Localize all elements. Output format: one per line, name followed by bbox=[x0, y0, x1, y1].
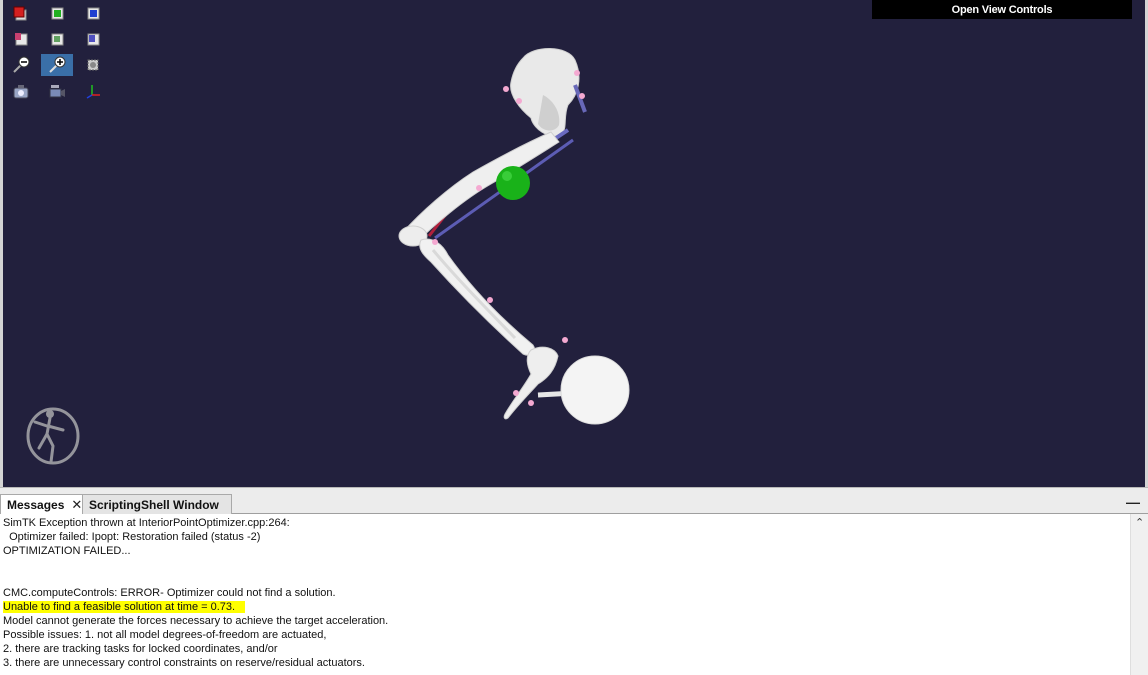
message-line: Possible issues: 1. not all model degree… bbox=[3, 629, 327, 641]
view-front-icon[interactable] bbox=[5, 2, 37, 24]
tab-messages[interactable]: Messages ✕ bbox=[0, 494, 90, 515]
model-viewer[interactable]: Open View Controls bbox=[3, 0, 1145, 487]
tab-scripting-shell[interactable]: ScriptingShell Window bbox=[82, 494, 232, 515]
leg-model[interactable] bbox=[3, 0, 1145, 487]
message-line: SimTK Exception thrown at InteriorPointO… bbox=[3, 517, 290, 529]
message-line: Optimizer failed: Ipopt: Restoration fai… bbox=[3, 531, 261, 543]
fit-view-icon[interactable] bbox=[77, 54, 109, 76]
record-movie-icon[interactable] bbox=[41, 80, 73, 102]
close-icon[interactable]: ✕ bbox=[71, 497, 82, 513]
zoom-out-icon[interactable] bbox=[5, 54, 37, 76]
message-line bbox=[3, 572, 1130, 586]
messages-log[interactable]: SimTK Exception thrown at InteriorPointO… bbox=[0, 514, 1130, 675]
tab-messages-label: Messages bbox=[7, 498, 65, 512]
view-right-icon[interactable] bbox=[41, 2, 73, 24]
message-line: 2. there are tracking tasks for locked c… bbox=[3, 643, 278, 655]
center-of-mass-marker bbox=[496, 166, 530, 200]
messages-scrollbar[interactable]: ⌃ bbox=[1130, 514, 1148, 675]
output-tabbar: Messages ✕ ScriptingShell Window — bbox=[0, 492, 1148, 515]
view-left-icon[interactable] bbox=[41, 28, 73, 50]
message-line: OPTIMIZATION FAILED... bbox=[3, 545, 131, 557]
axes-toggle-icon[interactable] bbox=[77, 80, 109, 102]
scroll-up-icon[interactable]: ⌃ bbox=[1135, 516, 1144, 529]
open-view-controls-button[interactable]: Open View Controls bbox=[872, 0, 1132, 19]
snapshot-camera-icon[interactable] bbox=[5, 80, 37, 102]
minimize-icon[interactable]: — bbox=[1126, 494, 1140, 510]
message-line: 3. there are unnecessary control constra… bbox=[3, 657, 365, 669]
message-line: Model cannot generate the forces necessa… bbox=[3, 615, 389, 627]
highlighted-message-line: Unable to find a feasible solution at ti… bbox=[3, 600, 1130, 614]
view-back-icon[interactable] bbox=[5, 28, 37, 50]
foot-bone bbox=[503, 346, 559, 420]
tab-scripting-shell-label: ScriptingShell Window bbox=[89, 498, 219, 512]
zoom-in-icon[interactable] bbox=[41, 54, 73, 76]
message-line: CMC.computeControls: ERROR- Optimizer co… bbox=[3, 587, 336, 599]
message-line bbox=[3, 558, 1130, 572]
view-bottom-icon[interactable] bbox=[77, 28, 109, 50]
contact-sphere bbox=[560, 355, 630, 425]
opensim-logo bbox=[23, 404, 83, 473]
view-top-icon[interactable] bbox=[77, 2, 109, 24]
